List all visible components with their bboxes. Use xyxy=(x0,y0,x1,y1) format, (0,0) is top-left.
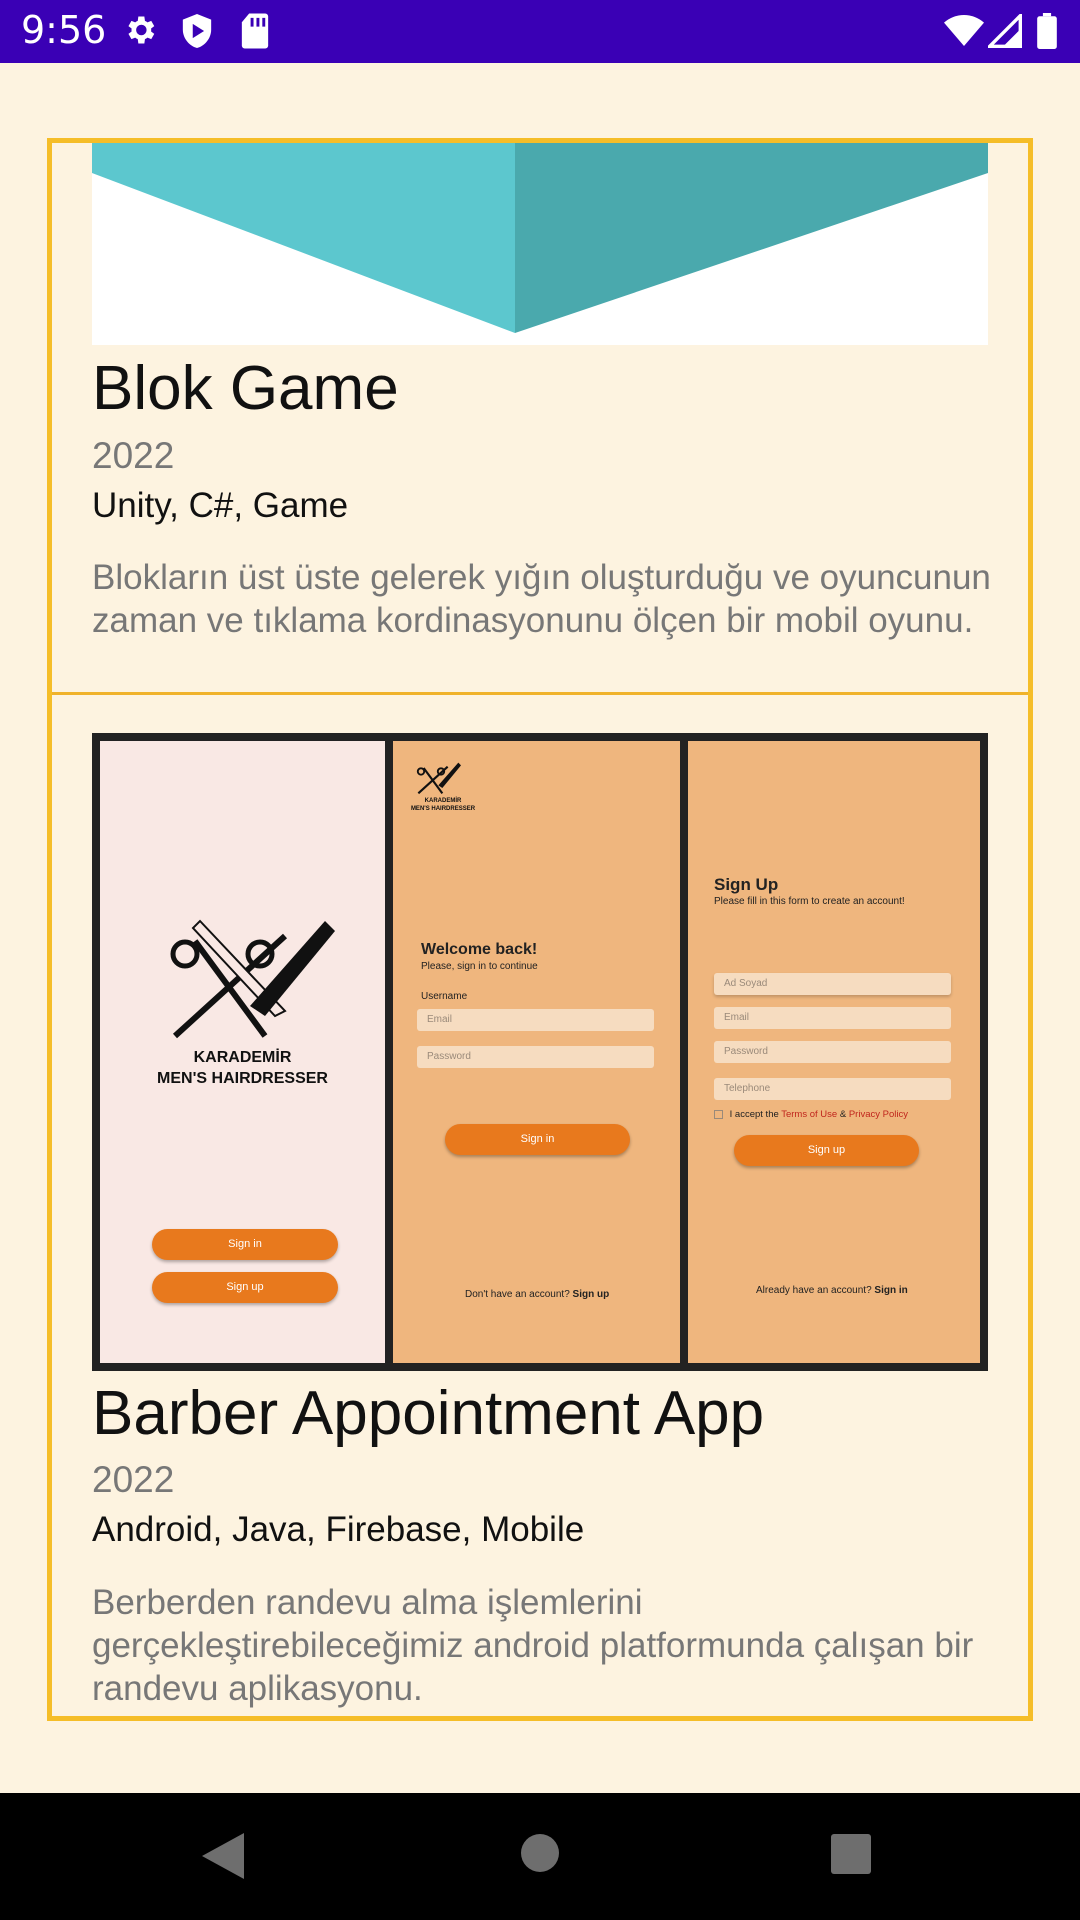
status-time: 9:56 xyxy=(21,8,107,52)
name-field[interactable]: Ad Soyad xyxy=(714,973,951,995)
sign-up-button[interactable]: Sign up xyxy=(152,1272,338,1303)
scissors-razor-icon xyxy=(413,761,461,800)
screenshots-frame: KARADEMİR MEN'S HAIRDRESSER Sign in Sign… xyxy=(92,733,988,1371)
project-title: Blok Game xyxy=(92,354,399,423)
brand-name-small: KARADEMİR MEN'S HAIRDRESSER xyxy=(410,798,476,812)
project-description: Blokların üst üste gelerek yığın oluştur… xyxy=(92,558,991,640)
battery-icon xyxy=(1037,13,1057,54)
sign-up-button[interactable]: Sign up xyxy=(734,1135,919,1166)
project-tags: Android, Java, Firebase, Mobile xyxy=(92,1510,585,1549)
wifi-icon xyxy=(944,14,984,53)
back-icon[interactable] xyxy=(202,1833,244,1884)
splash-screen: KARADEMİR MEN'S HAIRDRESSER Sign in Sign… xyxy=(100,741,385,1363)
project-card-blok-game[interactable]: Blok Game 2022 Unity, C#, Game Blokların… xyxy=(52,143,1028,695)
welcome-title: Welcome back! xyxy=(421,941,538,958)
recents-icon[interactable] xyxy=(831,1834,871,1879)
password-field[interactable]: Password xyxy=(714,1041,951,1063)
sd-card-icon xyxy=(240,12,270,55)
username-label: Username xyxy=(421,991,468,1002)
navigation-bar xyxy=(0,1793,1080,1920)
telephone-field[interactable]: Telephone xyxy=(714,1078,951,1100)
welcome-subtitle: Please, sign in to continue xyxy=(421,961,538,972)
project-list[interactable]: Blok Game 2022 Unity, C#, Game Blokların… xyxy=(47,138,1033,1721)
project-year: 2022 xyxy=(92,435,175,476)
sign-in-screen: KARADEMİR MEN'S HAIRDRESSER Welcome back… xyxy=(393,741,680,1363)
project-title: Barber Appointment App xyxy=(92,1379,765,1448)
gear-icon xyxy=(122,12,158,53)
brand-name: KARADEMİR MEN'S HAIRDRESSER xyxy=(157,1049,328,1087)
email-field[interactable]: Email xyxy=(417,1009,654,1031)
password-field[interactable]: Password xyxy=(417,1046,654,1068)
signup-title: Sign Up xyxy=(714,875,779,894)
sign-up-screen: Sign Up Please fill in this form to crea… xyxy=(688,741,980,1363)
no-account-text: Don't have an account? Sign up xyxy=(465,1289,610,1300)
project-card-barber-app[interactable]: KARADEMİR MEN'S HAIRDRESSER Sign in Sign… xyxy=(52,695,1028,1716)
home-icon[interactable] xyxy=(520,1833,560,1878)
terms-row: I accept the Terms of Use & Privacy Poli… xyxy=(714,1109,908,1120)
content-area: Blok Game 2022 Unity, C#, Game Blokların… xyxy=(0,63,1080,1793)
project-year: 2022 xyxy=(92,1459,175,1500)
project-thumbnail xyxy=(92,143,988,345)
project-tags: Unity, C#, Game xyxy=(92,486,349,525)
signup-subtitle: Please fill in this form to create an ac… xyxy=(714,896,905,907)
sign-in-button[interactable]: Sign in xyxy=(445,1124,630,1155)
already-account-text: Already have an account? Sign in xyxy=(756,1285,908,1296)
play-shield-icon xyxy=(180,12,214,55)
email-field[interactable]: Email xyxy=(714,1007,951,1029)
signal-icon xyxy=(985,11,1022,53)
privacy-link[interactable]: Privacy Policy xyxy=(849,1109,908,1120)
scissors-razor-icon xyxy=(155,916,335,1046)
project-description: Berberden randevu alma işlemlerini gerçe… xyxy=(92,1583,974,1708)
terms-checkbox[interactable] xyxy=(714,1109,723,1119)
status-bar: 9:56 xyxy=(0,0,1080,63)
sign-in-button[interactable]: Sign in xyxy=(152,1229,338,1260)
project-thumbnail: KARADEMİR MEN'S HAIRDRESSER Sign in Sign… xyxy=(92,733,988,1371)
terms-link[interactable]: Terms of Use xyxy=(781,1109,837,1120)
